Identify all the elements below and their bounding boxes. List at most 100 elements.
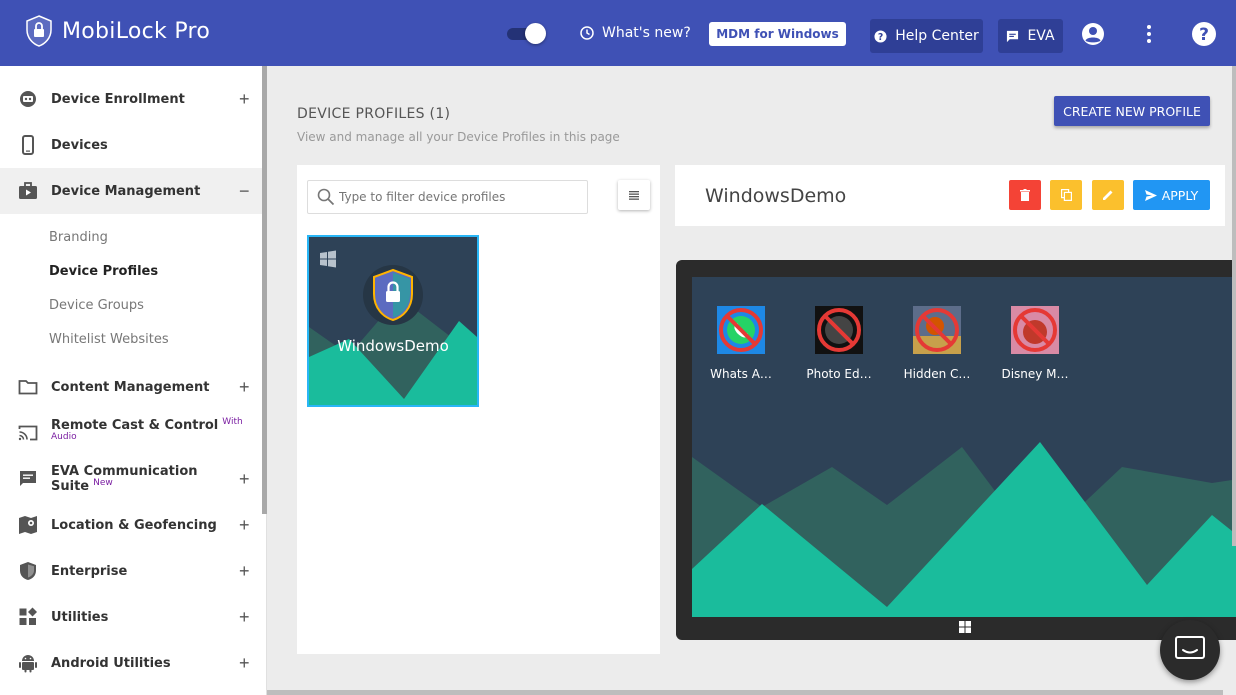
create-new-profile-button[interactable]: CREATE NEW PROFILE [1054,96,1210,126]
sidebar-item-label: Content Management [51,379,210,395]
horizontal-scrollbar[interactable] [267,690,1223,695]
chat-support-button[interactable] [1160,620,1220,680]
more-vertical-icon[interactable] [1146,24,1152,44]
new-badge: New [93,478,113,488]
message-icon [1007,30,1019,42]
app-hidden-city[interactable]: Hidden C… [897,306,977,381]
expand-icon[interactable]: + [239,608,250,626]
disney-icon [1011,306,1059,354]
sidebar-item-label: Enterprise [51,563,128,579]
sidebar-sub-whitelist-websites[interactable]: Whitelist Websites [49,332,169,347]
profile-detail-title: WindowsDemo [705,185,847,207]
phone-icon [22,135,34,155]
chat-icon [20,471,36,486]
expand-icon[interactable]: + [239,654,250,672]
list-view-button[interactable] [618,180,650,210]
pencil-icon [1103,190,1113,200]
enrollment-icon [20,91,36,107]
help-center-label: Help Center [895,28,979,44]
expand-icon[interactable]: + [239,562,250,580]
sidebar-item-devices[interactable]: Devices [0,122,262,168]
photo-editor-icon [815,306,863,354]
main-scrollbar[interactable] [1232,66,1236,546]
sidebar-item-label: Android Utilities [51,655,171,671]
expand-icon[interactable]: + [239,378,250,396]
app-label: Disney M… [1001,367,1069,381]
apply-profile-button[interactable]: APPLY [1133,180,1210,210]
widgets-icon [19,607,37,625]
profile-card-name: WindowsDemo [337,337,449,355]
help-circle-icon: ? [874,29,887,42]
whatsapp-icon [717,306,765,354]
sidebar-item-utilities[interactable]: Utilities + [0,594,262,640]
theme-toggle[interactable] [507,22,547,44]
sidebar-item-label: Device Enrollment [51,91,185,107]
page-title: DEVICE PROFILES (1) [297,106,451,122]
sidebar-item-location-geofencing[interactable]: Location & Geofencing + [0,502,262,548]
device-preview-screen: Whats A… Photo Ed… Hidden C… Disney M… [692,277,1236,617]
page-subtitle: View and manage all your Device Profiles… [297,130,620,144]
sidebar-item-label: Remote Cast & Control With Audio [51,417,243,442]
card-background [309,250,477,405]
android-icon [19,655,37,673]
cast-icon [18,425,38,441]
folder-icon [18,380,38,395]
send-icon [1144,189,1157,201]
collapse-icon[interactable]: − [239,182,250,200]
app-label: Photo Ed… [806,367,872,381]
sidebar-item-enterprise[interactable]: Enterprise + [0,548,262,594]
eva-button[interactable]: EVA [998,19,1063,53]
help-icon[interactable]: ? [1191,21,1217,47]
sidebar-sub-device-groups[interactable]: Device Groups [49,298,144,313]
chat-bubble-icon [1175,636,1205,659]
sidebar-item-device-enrollment[interactable]: Device Enrollment + [0,76,262,122]
profile-card-windowsdemo[interactable]: WindowsDemo [307,235,479,407]
edit-profile-button[interactable] [1092,180,1124,210]
sidebar-item-device-management[interactable]: Device Management − [0,168,262,214]
sidebar-sub-branding[interactable]: Branding [49,230,108,245]
brand[interactable]: MobiLock Pro [26,15,210,47]
profile-detail-header: WindowsDemo APPLY [675,165,1225,226]
expand-icon[interactable]: + [239,90,250,108]
map-icon [19,516,37,534]
trash-icon [1020,189,1030,201]
eva-label: EVA [1027,28,1055,44]
sidebar-scrollbar[interactable] [262,66,267,514]
sidebar-item-eva-communication-suite[interactable]: EVA Communication Suite New + [0,456,262,502]
copy-profile-button[interactable] [1050,180,1082,210]
clock-icon [580,26,594,40]
sidebar-item-android-utilities[interactable]: Android Utilities + [0,640,262,686]
sidebar-item-label: EVA Communication Suite New [51,464,198,494]
svg-text:?: ? [878,31,883,42]
app-photo-editor[interactable]: Photo Ed… [799,306,879,381]
help-center-button[interactable]: ? Help Center [870,19,983,53]
apply-label: APPLY [1161,187,1199,203]
expand-icon[interactable]: + [239,516,250,534]
device-preview-frame: Whats A… Photo Ed… Hidden C… Disney M… [676,260,1236,640]
account-icon[interactable] [1081,22,1105,46]
expand-icon[interactable]: + [239,470,250,488]
sidebar-sub-device-profiles[interactable]: Device Profiles [49,264,158,279]
hidden-city-icon [913,306,961,354]
briefcase-icon [19,182,37,199]
profile-search-input[interactable] [339,190,579,204]
sidebar: Device Enrollment + Devices Device Manag… [0,66,267,695]
delete-profile-button[interactable] [1009,180,1041,210]
app-disney[interactable]: Disney M… [995,306,1075,381]
sidebar-item-label: Location & Geofencing [51,517,217,533]
top-bar: MobiLock Pro What's new? MDM for Windows… [0,0,1236,66]
whats-new-link[interactable]: What's new? [580,25,691,41]
sidebar-item-remote-cast[interactable]: Remote Cast & Control With Audio [0,410,262,456]
app-whatsapp[interactable]: Whats A… [701,306,781,381]
sidebar-item-label: Devices [51,137,108,153]
svg-text:?: ? [1199,25,1209,45]
app-name: MobiLock Pro [62,18,211,44]
windows-start-icon[interactable] [959,621,971,633]
search-icon [317,188,335,206]
sidebar-item-content-management[interactable]: Content Management + [0,364,262,410]
sidebar-item-label: Device Management [51,183,201,199]
profile-search-box[interactable] [307,180,588,214]
mdm-for-windows-button[interactable]: MDM for Windows [709,22,846,46]
whats-new-label: What's new? [602,25,691,41]
list-icon [629,190,639,200]
